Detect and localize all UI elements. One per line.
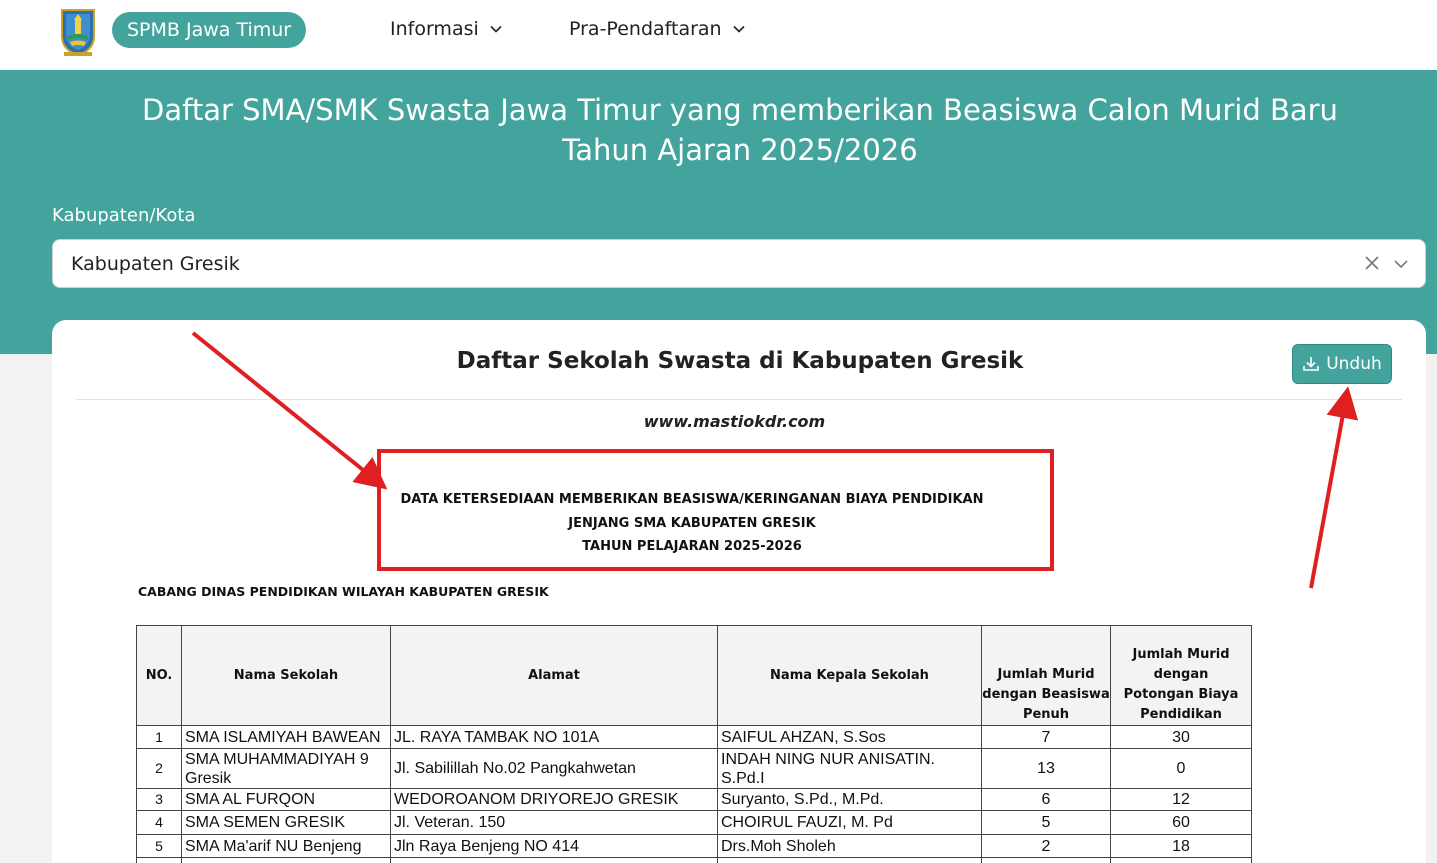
cell-no: 5 [136,834,182,858]
nav-informasi[interactable]: Informasi [390,18,503,40]
document-subheading: CABANG DINAS PENDIDIKAN WILAYAH KABUPATE… [138,584,549,599]
cell-nama: SMA SEMEN GRESIK [181,810,391,835]
table-row: 4 SMA SEMEN GRESIK Jl. Veteran. 150 CHOI… [136,810,1252,835]
cell-potongan: 12 [1110,788,1252,811]
col-potongan-line-4: Pendidikan [1140,707,1222,722]
cell-empty [717,857,982,863]
cell-alamat: Jln Raya Benjeng NO 414 [390,834,718,858]
chevron-down-icon[interactable] [1393,256,1409,272]
table-row: 3 SMA AL FURQON WEDOROANOM DRIYOREJO GRE… [136,788,1252,811]
cell-empty [390,857,718,863]
col-potongan-line-2: dengan [1153,667,1209,682]
cell-empty [981,857,1111,863]
cell-nama: SMA ISLAMIYAH BAWEAN [181,725,391,749]
clear-icon[interactable] [1363,254,1381,272]
col-potongan-biaya: Jumlah Murid dengan Potongan Biaya Pendi… [1110,625,1252,726]
download-icon [1303,357,1320,371]
watermark-text: www.mastiokdr.com [643,412,826,431]
download-button[interactable]: Unduh [1292,344,1392,384]
nav-pra-pendaftaran-label: Pra-Pendaftaran [569,18,722,40]
col-potongan-line-3: Potongan Biaya [1123,687,1239,702]
col-potongan-line-1: Jumlah Murid [1132,647,1230,662]
card-title: Daftar Sekolah Swasta di Kabupaten Gresi… [456,348,1024,374]
top-navbar: SPMB Jawa Timur Informasi Pra-Pendaftara… [0,0,1437,70]
chevron-down-icon [490,25,502,33]
cell-no: 3 [136,788,182,811]
card-divider [76,399,1402,400]
col-no: NO. [136,625,182,726]
cell-kepala: CHOIRUL FAUZI, M. Pd [717,810,982,835]
cell-no: 1 [136,725,182,749]
nav-pra-pendaftaran[interactable]: Pra-Pendaftaran [569,18,746,40]
cell-beasiswa: 6 [981,788,1111,811]
col-alamat: Alamat [390,625,718,726]
col-beasiswa-line-1: Jumlah Murid [997,667,1095,682]
table-row-partial [136,857,1252,863]
cell-kepala: Drs.Moh Sholeh [717,834,982,858]
col-beasiswa-line-2: dengan Beasiswa [982,687,1110,702]
cell-empty [136,857,182,863]
east-java-emblem-logo[interactable] [58,6,98,56]
cell-empty [181,857,391,863]
col-beasiswa-line-3: Penuh [1022,707,1070,722]
kabupaten-select-value: Kabupaten Gresik [71,253,240,275]
cell-kepala: INDAH NING NUR ANISATIN. S.Pd.I [717,748,982,789]
cell-nama: SMA MUHAMMADIYAH 9 Gresik [181,748,391,789]
cell-alamat: JL. RAYA TAMBAK NO 101A [390,725,718,749]
table-row: 1 SMA ISLAMIYAH BAWEAN JL. RAYA TAMBAK N… [136,725,1252,749]
annotation-red-box [377,449,1054,571]
cell-potongan: 60 [1110,810,1252,835]
cell-beasiswa: 5 [981,810,1111,835]
page-title-line-2: Tahun Ajaran 2025/2026 [562,133,918,167]
cell-no: 4 [136,810,182,835]
cell-empty [1110,857,1252,863]
col-kepala-sekolah: Nama Kepala Sekolah [717,625,982,726]
table-row: 2 SMA MUHAMMADIYAH 9 Gresik Jl. Sabilill… [136,748,1252,789]
cell-kepala: SAIFUL AHZAN, S.Sos [717,725,982,749]
page-title: Daftar SMA/SMK Swasta Jawa Timur yang me… [100,90,1380,170]
cell-potongan: 18 [1110,834,1252,858]
col-nama-sekolah: Nama Sekolah [181,625,391,726]
kabupaten-select[interactable]: Kabupaten Gresik [52,239,1426,288]
cell-nama: SMA AL FURQON [181,788,391,811]
brand-badge[interactable]: SPMB Jawa Timur [112,12,307,48]
cell-nama: SMA Ma'arif NU Benjeng [181,834,391,858]
col-beasiswa-penuh: Jumlah Murid dengan Beasiswa Penuh [981,625,1111,726]
cell-beasiswa: 13 [981,748,1111,789]
kabupaten-label: Kabupaten/Kota [52,205,196,226]
nav-informasi-label: Informasi [390,18,479,40]
cell-beasiswa: 7 [981,725,1111,749]
table-header-row: NO. Nama Sekolah Alamat Nama Kepala Seko… [136,625,1252,726]
cell-kepala: Suryanto, S.Pd., M.Pd. [717,788,982,811]
table-row: 5 SMA Ma'arif NU Benjeng Jln Raya Benjen… [136,834,1252,858]
cell-potongan: 30 [1110,725,1252,749]
page-title-line-1: Daftar SMA/SMK Swasta Jawa Timur yang me… [142,93,1338,127]
school-table: NO. Nama Sekolah Alamat Nama Kepala Seko… [136,625,1252,863]
cell-beasiswa: 2 [981,834,1111,858]
cell-alamat: WEDOROANOM DRIYOREJO GRESIK [390,788,718,811]
cell-potongan: 0 [1110,748,1252,789]
cell-alamat: Jl. Veteran. 150 [390,810,718,835]
download-button-label: Unduh [1326,354,1382,374]
cell-no: 2 [136,748,182,789]
cell-alamat: Jl. Sabilillah No.02 Pangkahwetan [390,748,718,789]
chevron-down-icon [733,25,745,33]
